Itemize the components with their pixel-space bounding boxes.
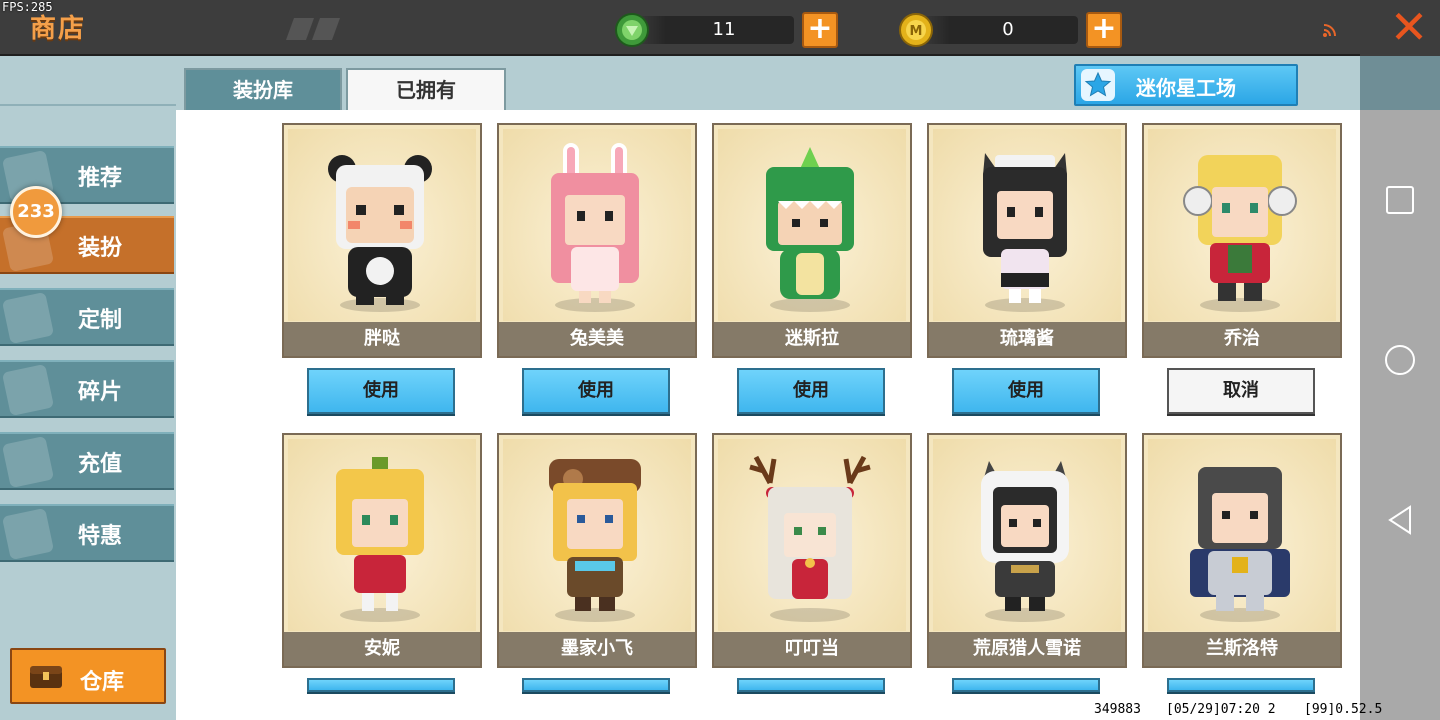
skin-name: 胖哒 bbox=[284, 322, 480, 356]
back-icon[interactable] bbox=[1384, 504, 1416, 536]
sidebar-item-label: 特惠 bbox=[78, 524, 123, 549]
sidebar-item-label: 装扮 bbox=[78, 236, 123, 261]
gem-value: 11 bbox=[712, 19, 736, 40]
sidebar-item-recharge[interactable]: 充值 bbox=[0, 432, 174, 490]
skin-card[interactable]: 迷斯拉 bbox=[712, 123, 912, 358]
recharge-icon bbox=[1, 435, 55, 489]
use-button[interactable]: 使用 bbox=[1167, 678, 1315, 692]
reindeer-character-icon bbox=[749, 455, 871, 622]
skin-name: 乔治 bbox=[1144, 322, 1340, 356]
annie-character-icon bbox=[336, 457, 424, 622]
customize-icon bbox=[1, 291, 55, 345]
decor-stripe bbox=[285, 18, 315, 40]
divider bbox=[0, 104, 176, 106]
skin-name: 荒原猎人雪诺 bbox=[929, 632, 1125, 666]
page-title: 商店 bbox=[30, 14, 87, 44]
tab-owned[interactable]: 已拥有 bbox=[346, 68, 506, 110]
use-button[interactable]: 使用 bbox=[737, 368, 885, 414]
close-button[interactable]: ✕ bbox=[1378, 4, 1440, 52]
add-gems-button[interactable]: + bbox=[802, 12, 838, 48]
knight-character-icon bbox=[1190, 467, 1290, 622]
recent-apps-icon[interactable] bbox=[1384, 184, 1416, 216]
decor-stripe bbox=[311, 18, 341, 40]
star-icon bbox=[1081, 69, 1115, 101]
panda-character-icon bbox=[328, 155, 432, 312]
hunter-character-icon bbox=[981, 461, 1069, 622]
skin-card[interactable]: 叮叮当 bbox=[712, 433, 912, 668]
dino-character-icon bbox=[766, 147, 854, 312]
skin-grid: 胖哒 兔美美 迷斯拉 琉璃酱 乔治 使用 使用 使用 使用 取消 安妮 墨家小飞… bbox=[176, 110, 1360, 720]
use-button[interactable]: 使用 bbox=[952, 368, 1100, 414]
skin-name: 安妮 bbox=[284, 632, 480, 666]
system-nav-bar bbox=[1360, 110, 1440, 720]
skin-name: 墨家小飞 bbox=[499, 632, 695, 666]
use-button[interactable]: 使用 bbox=[737, 678, 885, 692]
sale-icon bbox=[1, 507, 55, 561]
skin-name: 琉璃酱 bbox=[929, 322, 1125, 356]
bunny-character-icon bbox=[551, 143, 639, 312]
skin-card[interactable]: 墨家小飞 bbox=[497, 433, 697, 668]
skin-card[interactable]: 胖哒 bbox=[282, 123, 482, 358]
skin-card[interactable]: 兔美美 bbox=[497, 123, 697, 358]
use-button[interactable]: 使用 bbox=[952, 678, 1100, 692]
signal-icon bbox=[1323, 24, 1336, 37]
workshop-label: 迷你星工场 bbox=[1136, 76, 1236, 100]
sidebar-item-label: 碎片 bbox=[78, 380, 123, 405]
skin-name: 兰斯洛特 bbox=[1144, 632, 1340, 666]
sidebar-item-customize[interactable]: 定制 bbox=[0, 288, 174, 346]
sidebar-item-label: 推荐 bbox=[78, 166, 123, 191]
fragment-icon bbox=[1, 363, 55, 417]
sidebar-item-fragment[interactable]: 碎片 bbox=[0, 360, 174, 418]
svg-text:M: M bbox=[910, 24, 923, 39]
skin-card[interactable]: 乔治 bbox=[1142, 123, 1342, 358]
skin-card[interactable]: 兰斯洛特 bbox=[1142, 433, 1342, 668]
warehouse-button[interactable]: 仓库 bbox=[10, 648, 166, 704]
chest-icon bbox=[30, 666, 62, 688]
home-icon[interactable] bbox=[1384, 344, 1416, 376]
coin-counter: M 0 bbox=[898, 13, 1078, 47]
coin-value: 0 bbox=[1002, 19, 1014, 40]
gem-counter: 11 bbox=[614, 13, 794, 47]
sidebar-item-label: 定制 bbox=[78, 308, 123, 333]
skin-card[interactable]: 琉璃酱 bbox=[927, 123, 1127, 358]
use-button[interactable]: 使用 bbox=[307, 368, 455, 414]
mini-workshop-button[interactable]: 迷你星工场 bbox=[1074, 64, 1298, 106]
version: [99]0.52.5 bbox=[1304, 702, 1383, 717]
notification-badge: 233 bbox=[10, 186, 62, 238]
use-button[interactable]: 使用 bbox=[307, 678, 455, 692]
mojia-character-icon bbox=[549, 459, 641, 622]
skin-card[interactable]: 安妮 bbox=[282, 433, 482, 668]
add-coins-button[interactable]: + bbox=[1086, 12, 1122, 48]
sidebar-item-label: 充值 bbox=[78, 452, 123, 477]
maid-character-icon bbox=[983, 153, 1067, 312]
skin-name: 兔美美 bbox=[499, 322, 695, 356]
skin-card[interactable]: 荒原猎人雪诺 bbox=[927, 433, 1127, 668]
sidebar-item-sale[interactable]: 特惠 bbox=[0, 504, 174, 562]
use-button[interactable]: 使用 bbox=[522, 368, 670, 414]
tab-wardrobe[interactable]: 装扮库 bbox=[184, 68, 342, 110]
skin-name: 迷斯拉 bbox=[714, 322, 910, 356]
gem-icon bbox=[615, 13, 649, 47]
timestamp: [05/29]07:20 2 bbox=[1166, 702, 1276, 717]
coin-icon: M bbox=[899, 13, 933, 47]
warehouse-label: 仓库 bbox=[80, 670, 125, 695]
use-button[interactable]: 使用 bbox=[522, 678, 670, 692]
skin-name: 叮叮当 bbox=[714, 632, 910, 666]
cancel-button[interactable]: 取消 bbox=[1167, 368, 1315, 414]
george-character-icon bbox=[1183, 155, 1297, 312]
user-id: 349883 bbox=[1094, 702, 1141, 717]
